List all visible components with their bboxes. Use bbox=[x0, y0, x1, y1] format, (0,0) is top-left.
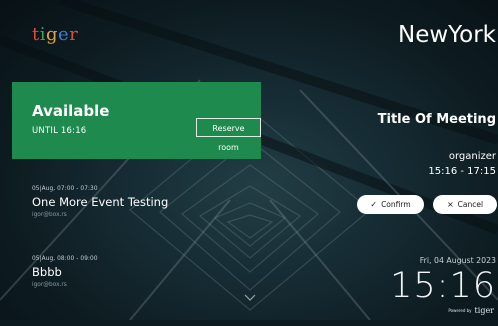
check-icon: ✓ bbox=[370, 200, 378, 209]
confirm-button[interactable]: ✓ Confirm bbox=[357, 195, 424, 214]
availability-panel: Available UNTIL 16:16 Reserve room bbox=[12, 82, 261, 159]
event-organizer-email: igor@box.rs bbox=[32, 212, 67, 218]
current-date: Fri, 04 August 2023 bbox=[419, 256, 496, 265]
powered-by: Powered by tiger bbox=[448, 306, 494, 315]
event-title: Bbbb bbox=[32, 265, 62, 279]
event-organizer-email: igor@box.rs bbox=[32, 282, 67, 288]
meeting-organizer: organizer bbox=[448, 151, 496, 162]
meeting-time: 15:16 - 17:15 bbox=[428, 166, 496, 177]
list-item[interactable]: 05|Aug, 08:00 - 09:00 Bbbb igor@box.rs bbox=[32, 256, 252, 326]
event-title: One More Event Testing bbox=[32, 195, 169, 209]
tiger-logo: tiger bbox=[32, 24, 79, 45]
room-name: NewYork bbox=[397, 22, 496, 48]
reserve-room-button[interactable]: Reserve room bbox=[196, 118, 261, 152]
meeting-title: Title Of Meeting bbox=[377, 112, 496, 127]
list-item[interactable]: 05|Aug, 07:00 - 07:30 One More Event Tes… bbox=[32, 186, 252, 256]
cancel-button[interactable]: × Cancel bbox=[433, 195, 497, 214]
chevron-down-icon[interactable] bbox=[243, 290, 257, 304]
close-icon: × bbox=[446, 200, 454, 209]
availability-status: Available bbox=[32, 102, 110, 120]
current-clock: 15:16 bbox=[390, 266, 496, 306]
event-time: 05|Aug, 07:00 - 07:30 bbox=[32, 186, 98, 192]
event-time: 05|Aug, 08:00 - 09:00 bbox=[32, 256, 98, 262]
upcoming-events-list: 05|Aug, 07:00 - 07:30 One More Event Tes… bbox=[32, 186, 252, 326]
available-until: UNTIL 16:16 bbox=[32, 126, 87, 136]
tiger-mini-logo: tiger bbox=[474, 306, 494, 315]
